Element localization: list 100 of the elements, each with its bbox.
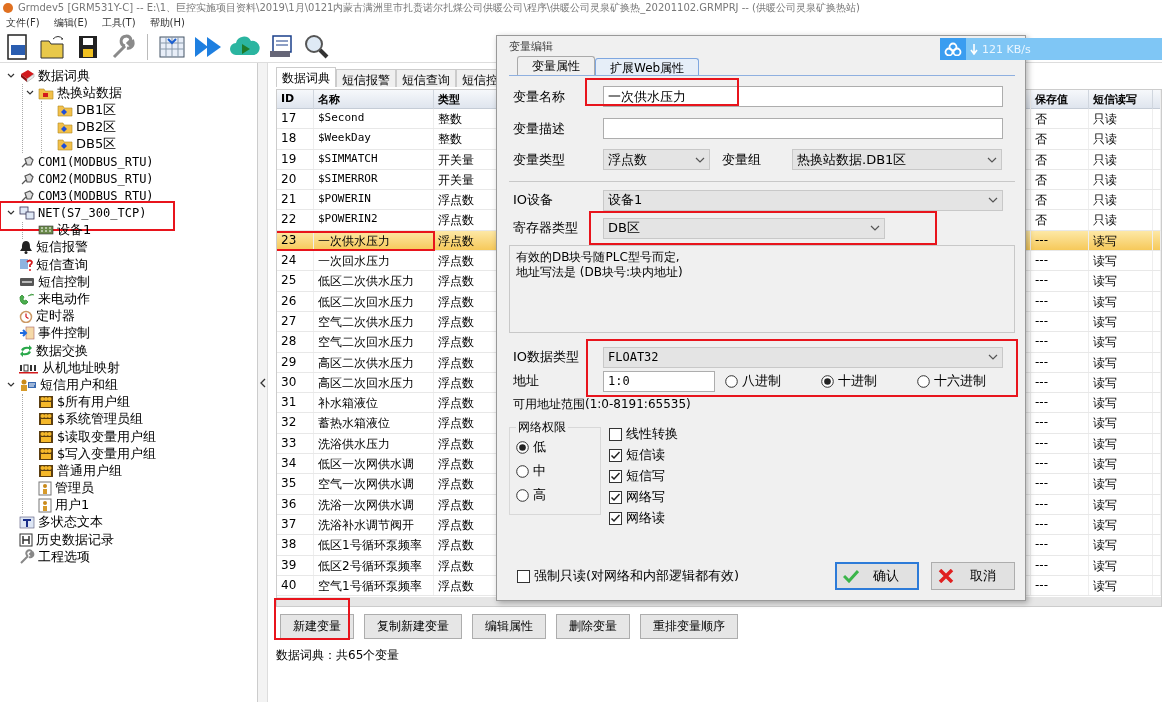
radio-button[interactable] xyxy=(516,464,529,478)
radio-button[interactable] xyxy=(516,440,529,454)
name-field[interactable]: 一次供水压力 xyxy=(603,86,1003,107)
tab[interactable]: 数据词典 xyxy=(276,67,336,87)
tree-item[interactable]: 从机地址映射 xyxy=(42,358,120,377)
tree-item[interactable]: DB2区 xyxy=(76,118,117,137)
table-cell: 低区一次网供水调 xyxy=(314,454,434,474)
checkbox[interactable] xyxy=(609,511,622,525)
tree-item[interactable]: 普通用户组 xyxy=(57,461,122,480)
toolbar-button[interactable]: 删除变量 xyxy=(556,614,630,639)
register-select[interactable]: DB区 xyxy=(603,217,885,239)
data-type-select[interactable]: FLOAT32 xyxy=(603,346,1003,368)
table-cell: 31 xyxy=(277,393,314,413)
plug-icon xyxy=(19,154,35,169)
table-cell: $POWERIN2 xyxy=(314,210,434,230)
toolbar-button[interactable]: 复制新建变量 xyxy=(364,614,462,639)
checkbox[interactable] xyxy=(609,490,622,504)
tree-item[interactable]: NET(S7_300_TCP) xyxy=(38,206,147,221)
table-cell: 高区二次供水压力 xyxy=(314,352,434,372)
tree-item[interactable]: $读取变量用户组 xyxy=(57,427,157,446)
close-icon xyxy=(938,569,954,583)
menu-item[interactable]: 编辑(E) xyxy=(53,16,88,30)
table-cell: 37 xyxy=(277,514,314,535)
column-header[interactable]: 短信读写 xyxy=(1089,90,1153,109)
radio-button[interactable] xyxy=(725,374,738,388)
toolbar-button[interactable]: 编辑属性 xyxy=(472,614,546,639)
table-cell: 低区二次供水压力 xyxy=(314,271,434,291)
keyboard-icon xyxy=(19,275,35,288)
column-header[interactable]: 保存值 xyxy=(1031,90,1089,109)
tree-item[interactable]: COM2(MODBUS_RTU) xyxy=(38,171,154,186)
tree-item[interactable]: $系统管理员组 xyxy=(57,410,144,429)
checkbox[interactable] xyxy=(609,448,622,462)
tree-item[interactable]: 历史数据记录 xyxy=(36,530,114,549)
tree-item[interactable]: 多状态文本 xyxy=(38,513,103,532)
table-cell: 高区二次回水压力 xyxy=(314,372,434,393)
table-cell: $WeekDay xyxy=(314,129,434,149)
option-label: 十进制 xyxy=(838,372,877,390)
tab[interactable]: 短信报警 xyxy=(336,69,396,87)
field-label: 变量描述 xyxy=(512,119,566,138)
menu-item[interactable]: 工具(T) xyxy=(101,16,136,30)
field-label: IO设备 xyxy=(512,191,555,209)
table-cell: 洗浴补水调节阀开 xyxy=(314,514,434,535)
type-select[interactable]: 浮点数 xyxy=(603,149,710,170)
tree-item[interactable]: 用户1 xyxy=(55,496,90,515)
toolbar-button[interactable]: 新建变量 xyxy=(280,614,354,639)
tree-item[interactable]: 短信查询 xyxy=(36,255,88,274)
table-cell: --- xyxy=(1031,474,1089,494)
table-cell: 33 xyxy=(277,433,314,454)
radio-button[interactable] xyxy=(516,488,529,502)
radio-button[interactable] xyxy=(821,374,834,388)
table-cell: 否 xyxy=(1031,169,1089,190)
tree-item[interactable]: 定时器 xyxy=(36,307,75,326)
cancel-button[interactable]: 取消 xyxy=(931,562,1015,590)
table-cell: 空气1号循环泵频率 xyxy=(314,575,434,596)
radio-button[interactable] xyxy=(917,374,930,388)
dialog-tab[interactable]: 扩展Web属性 xyxy=(595,58,700,75)
tree-item[interactable]: 短信控制 xyxy=(38,272,90,291)
option-label: 十六进制 xyxy=(934,372,986,390)
table-cell: --- xyxy=(1031,413,1089,433)
menu-item[interactable]: 帮助(H) xyxy=(149,16,185,30)
tree-item[interactable]: 来电动作 xyxy=(38,290,90,309)
table-cell: 24 xyxy=(277,251,314,271)
table-cell: 低区2号循环泵频率 xyxy=(314,555,434,575)
checkbox[interactable] xyxy=(609,469,622,483)
column-header[interactable]: ID xyxy=(277,90,314,109)
group-select[interactable]: 热换站数据.DB1区 xyxy=(792,149,1002,170)
tree-item[interactable]: COM3(MODBUS_RTU) xyxy=(38,188,154,203)
tree-item[interactable]: 数据交换 xyxy=(36,341,88,360)
plug-icon xyxy=(19,188,35,203)
checkbox[interactable] xyxy=(517,569,530,583)
tree-item[interactable]: DB5区 xyxy=(76,135,117,154)
bell-icon xyxy=(19,240,33,255)
tree-item[interactable]: DB1区 xyxy=(76,100,117,119)
device-select[interactable]: 设备1 xyxy=(603,189,1003,211)
toolbar-button[interactable]: 重排变量顺序 xyxy=(640,614,738,639)
address-field[interactable]: 1:0 xyxy=(603,370,715,392)
table-cell: 38 xyxy=(277,535,314,555)
tree-item[interactable]: 热换站数据 xyxy=(57,83,122,102)
tree-item[interactable]: COM1(MODBUS_RTU) xyxy=(38,154,154,169)
tree-item[interactable]: $所有用户组 xyxy=(57,393,131,412)
column-header[interactable]: 名称 xyxy=(314,90,434,109)
table-cell: --- xyxy=(1031,433,1089,454)
dialog-tab[interactable]: 变量属性 xyxy=(517,56,595,75)
confirm-button[interactable]: 确认 xyxy=(835,562,919,590)
tree-item[interactable]: 短信用户和组 xyxy=(40,375,118,394)
tree-item[interactable]: $写入变量用户组 xyxy=(57,444,157,463)
tree-item[interactable]: 管理员 xyxy=(55,479,94,498)
device-icon xyxy=(38,224,54,237)
tree-item[interactable]: 工程选项 xyxy=(38,547,90,566)
field-label: 变量类型 xyxy=(512,150,566,169)
description-field[interactable] xyxy=(603,118,1003,139)
menu-item[interactable]: 文件(F) xyxy=(6,16,40,30)
table-cell: 补水箱液位 xyxy=(314,393,434,413)
tree-item[interactable]: 数据词典 xyxy=(38,66,90,85)
table-cell: 洗浴供水压力 xyxy=(314,433,434,454)
tab[interactable]: 短信查询 xyxy=(396,69,456,87)
table-cell: 空气二次回水压力 xyxy=(314,332,434,352)
tree-item[interactable]: 事件控制 xyxy=(38,324,90,343)
checkbox[interactable] xyxy=(609,427,622,441)
tree-item[interactable]: 短信报警 xyxy=(36,238,88,257)
